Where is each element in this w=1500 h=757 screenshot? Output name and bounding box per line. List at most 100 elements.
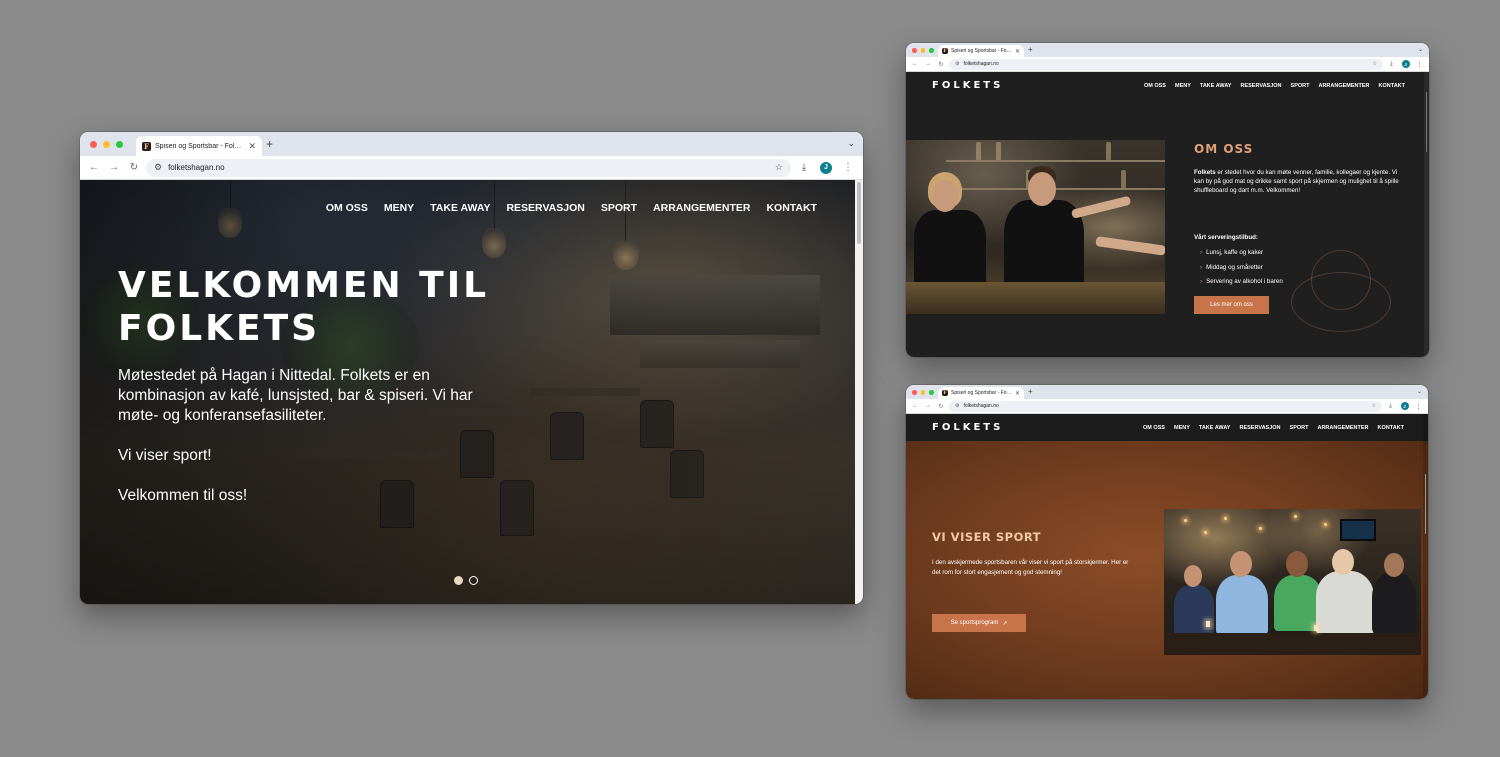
close-window-button[interactable] <box>90 141 97 148</box>
scrollbar[interactable] <box>1423 414 1428 699</box>
browser-window-om-oss: F Spiseri og Sportsbar - Folkets ✕ + ⌄ ←… <box>906 43 1429 357</box>
hero-paragraph: Møtestedet på Hagan i Nittedal. Folkets … <box>118 367 473 424</box>
tab-search-icon[interactable]: ⌄ <box>847 138 855 149</box>
site-info-icon[interactable]: ⚙ <box>955 403 959 409</box>
close-tab-icon[interactable]: ✕ <box>1015 48 1020 55</box>
download-icon[interactable]: ⤓ <box>1386 61 1397 68</box>
minimize-window-button[interactable] <box>920 48 925 53</box>
tab-title: Spiseri og Sportsbar - Folkets <box>155 142 245 150</box>
les-mer-button[interactable]: Les mer om oss <box>1194 296 1269 314</box>
om-oss-text-bold: Folkets <box>1194 169 1216 176</box>
nav-meny[interactable]: MENY <box>384 202 414 214</box>
url-text[interactable]: folketshagan.no <box>168 163 769 172</box>
address-bar[interactable]: ⚙ folketshagan.no ☆ <box>949 400 1382 412</box>
close-window-button[interactable] <box>912 48 917 53</box>
om-oss-text: Folkets er stedet hvor du kan møte venne… <box>1194 168 1404 195</box>
forward-icon[interactable]: → <box>923 61 933 67</box>
nav-reservasjon[interactable]: RESERVASJON <box>506 202 584 214</box>
nav-kontakt[interactable]: KONTAKT <box>1379 83 1405 89</box>
bookmark-star-icon[interactable]: ☆ <box>1372 403 1376 409</box>
forward-icon[interactable]: → <box>923 403 933 409</box>
nav-take-away[interactable]: TAKE AWAY <box>1200 83 1232 89</box>
nav-om-oss[interactable]: OM OSS <box>326 202 368 214</box>
slide-dot-2[interactable] <box>469 576 478 585</box>
nav-arrangementer[interactable]: ARRANGEMENTER <box>653 202 750 214</box>
slide-dot-1[interactable] <box>454 576 463 585</box>
avatar: J <box>1401 60 1410 68</box>
nav-sport[interactable]: SPORT <box>1291 83 1310 89</box>
nav-take-away[interactable]: TAKE AWAY <box>1199 425 1231 431</box>
browser-toolbar: ← → ↻ ⚙ folketshagan.no ☆ ⤓ J ⋮ <box>906 399 1428 414</box>
menu-kebab-icon[interactable]: ⋮ <box>839 162 857 173</box>
tab-search-icon[interactable]: ⌄ <box>1417 388 1422 395</box>
nav-arrangementer[interactable]: ARRANGEMENTER <box>1317 425 1368 431</box>
reload-icon[interactable]: ↻ <box>936 403 946 410</box>
url-text[interactable]: folketshagan.no <box>963 61 1368 67</box>
reload-icon[interactable]: ↻ <box>936 61 946 68</box>
maximize-window-button[interactable] <box>929 390 934 395</box>
tab-search-icon[interactable]: ⌄ <box>1418 46 1423 53</box>
nav-reservasjon[interactable]: RESERVASJON <box>1240 83 1281 89</box>
new-tab-icon[interactable]: + <box>1028 387 1033 396</box>
external-link-icon: ↗ <box>1002 620 1008 627</box>
address-bar[interactable]: ⚙ folketshagan.no ☆ <box>949 58 1383 70</box>
new-tab-icon[interactable]: + <box>266 137 273 151</box>
maximize-window-button[interactable] <box>929 48 934 53</box>
scrollbar-thumb[interactable] <box>1425 474 1426 534</box>
sportsbar-photo <box>1164 509 1421 655</box>
browser-tab[interactable]: F Spiseri og Sportsbar - Folkets ✕ <box>938 45 1024 57</box>
chevron-right-icon: › <box>1200 263 1203 271</box>
back-icon[interactable]: ← <box>86 162 102 173</box>
nav-meny[interactable]: MENY <box>1175 83 1191 89</box>
profile-button[interactable]: J <box>1399 402 1410 410</box>
minimize-window-button[interactable] <box>920 390 925 395</box>
profile-button[interactable]: J <box>1400 60 1411 68</box>
nav-take-away[interactable]: TAKE AWAY <box>430 202 490 214</box>
service-label: Lunsj, kaffe og kaker <box>1206 249 1264 256</box>
folkets-logo[interactable]: FOLKETS <box>932 422 1003 433</box>
scrollbar-thumb[interactable] <box>857 182 861 244</box>
nav-om-oss[interactable]: OM OSS <box>1143 425 1165 431</box>
reload-icon[interactable]: ↻ <box>126 162 142 173</box>
browser-tab[interactable]: F Spiseri og Sportsbar - Folkets ✕ <box>136 136 262 156</box>
new-tab-icon[interactable]: + <box>1028 45 1033 54</box>
scrollbar[interactable] <box>1424 72 1429 357</box>
menu-kebab-icon[interactable]: ⋮ <box>1414 61 1425 68</box>
nav-kontakt[interactable]: KONTAKT <box>1378 425 1404 431</box>
sportsprogram-button[interactable]: Se sportsprogram ↗ <box>932 614 1026 632</box>
bookmark-star-icon[interactable]: ☆ <box>1373 61 1377 67</box>
browser-toolbar: ← → ↻ ⚙ folketshagan.no ☆ ⤓ J ⋮ <box>906 57 1429 72</box>
maximize-window-button[interactable] <box>116 141 123 148</box>
minimize-window-button[interactable] <box>103 141 110 148</box>
url-text[interactable]: folketshagan.no <box>963 403 1367 409</box>
hero-title-line1: VELKOMMEN TIL <box>118 265 490 306</box>
scrollbar[interactable] <box>855 180 863 604</box>
nav-kontakt[interactable]: KONTAKT <box>766 202 817 214</box>
download-icon[interactable]: ⤓ <box>795 162 813 173</box>
nav-sport[interactable]: SPORT <box>1290 425 1309 431</box>
back-icon[interactable]: ← <box>910 403 920 409</box>
chevron-right-icon: › <box>1200 249 1203 256</box>
browser-tab[interactable]: F Spiseri og Sportsbar - Folkets ✕ <box>938 387 1024 399</box>
close-tab-icon[interactable]: ✕ <box>1015 390 1020 397</box>
nav-sport[interactable]: SPORT <box>601 202 637 214</box>
profile-button[interactable]: J <box>817 161 835 174</box>
nav-reservasjon[interactable]: RESERVASJON <box>1239 425 1280 431</box>
main-nav: OM OSS MENY TAKE AWAY RESERVASJON SPORT … <box>1143 425 1404 431</box>
nav-om-oss[interactable]: OM OSS <box>1144 83 1166 89</box>
download-icon[interactable]: ⤓ <box>1385 403 1396 410</box>
scrollbar-thumb[interactable] <box>1426 92 1427 152</box>
menu-kebab-icon[interactable]: ⋮ <box>1413 403 1424 410</box>
address-bar[interactable]: ⚙ folketshagan.no ☆ <box>146 158 791 177</box>
site-info-icon[interactable]: ⚙ <box>154 162 162 173</box>
nav-arrangementer[interactable]: ARRANGEMENTER <box>1318 83 1369 89</box>
folkets-logo[interactable]: FOLKETS <box>932 80 1003 91</box>
close-tab-icon[interactable]: ✕ <box>248 141 256 152</box>
back-icon[interactable]: ← <box>910 61 920 67</box>
forward-icon[interactable]: → <box>106 162 122 173</box>
close-window-button[interactable] <box>912 390 917 395</box>
site-info-icon[interactable]: ⚙ <box>955 61 959 67</box>
browser-window-sport: F Spiseri og Sportsbar - Folkets ✕ + ⌄ ←… <box>906 385 1428 699</box>
nav-meny[interactable]: MENY <box>1174 425 1190 431</box>
bookmark-star-icon[interactable]: ☆ <box>775 162 783 173</box>
